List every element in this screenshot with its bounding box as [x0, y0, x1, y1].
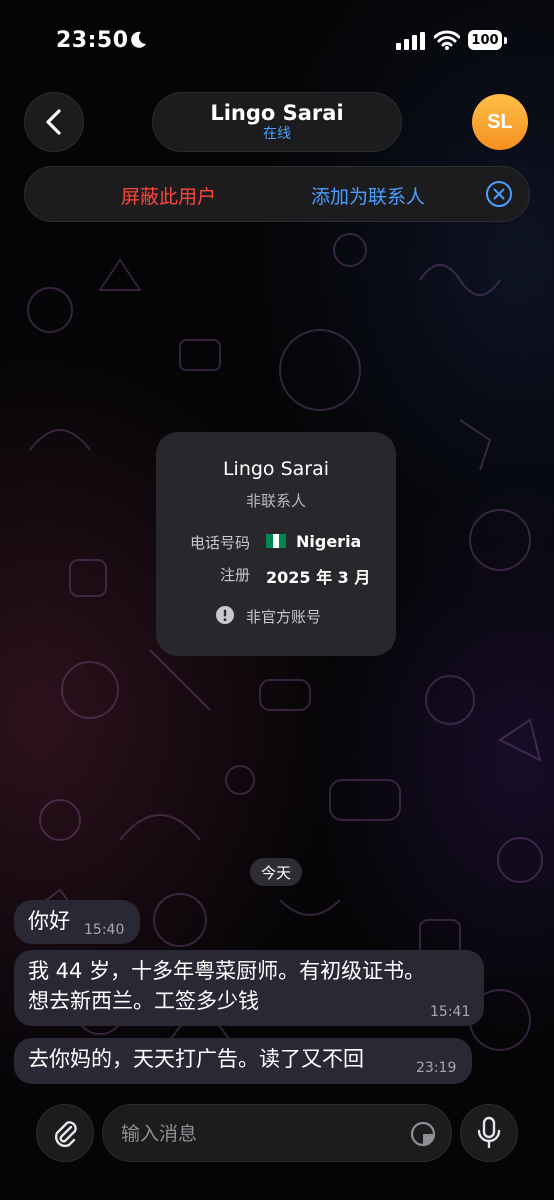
moon-icon	[131, 31, 146, 48]
message-text-line: 我 44 岁，十多年粤菜厨师。有初级证书。	[28, 959, 426, 983]
add-contact-button[interactable]: 添加为联系人	[311, 182, 425, 209]
block-user-button[interactable]: 屏蔽此用户	[121, 182, 216, 209]
phone-label: 电话号码	[189, 534, 250, 552]
chat-title[interactable]: Lingo Sarai 在线	[152, 92, 402, 152]
paperclip-icon	[54, 1121, 77, 1148]
card-contact-type: 非联系人	[245, 492, 306, 510]
card-contact-name: Lingo Sarai	[222, 458, 330, 480]
message-time: 15:40	[84, 922, 125, 938]
signal-icon	[396, 32, 425, 50]
online-status: 在线	[263, 126, 291, 142]
contact-info-card: Lingo Sarai 非联系人 电话号码 Nigeria 注册 2025 年 …	[156, 432, 396, 656]
battery-level: 100	[468, 30, 502, 50]
registered-label: 注册	[219, 566, 250, 584]
back-chevron-icon	[46, 109, 61, 135]
registered-date: 2025 年 3 月	[266, 568, 371, 587]
warning-icon	[216, 606, 234, 624]
sticker-icon[interactable]	[409, 1120, 437, 1148]
message-text: 你好	[28, 909, 70, 933]
message-bubble[interactable]: 你好 15:40	[14, 900, 140, 944]
microphone-icon	[477, 1116, 501, 1149]
message-input-container	[102, 1104, 452, 1162]
message-time: 15:41	[430, 1004, 471, 1020]
message-bubble[interactable]: 我 44 岁，十多年粤菜厨师。有初级证书。 想去新西兰。工签多少钱 15:41	[14, 950, 484, 1026]
microphone-button[interactable]	[460, 1104, 518, 1162]
clock: 23:50	[56, 28, 129, 53]
date-separator: 今天	[250, 858, 302, 886]
back-button[interactable]	[24, 92, 84, 152]
phone-country: Nigeria	[296, 532, 362, 551]
message-input[interactable]	[119, 1117, 403, 1151]
status-bar: 23:50 100	[0, 0, 554, 84]
nigeria-flag-icon	[266, 534, 286, 548]
message-bubble[interactable]: 去你妈的，天天打广告。读了又不回 23:19	[14, 1038, 472, 1084]
wifi-icon	[434, 30, 460, 50]
contact-action-bar: 屏蔽此用户 添加为联系人	[24, 166, 530, 222]
contact-name: Lingo Sarai	[210, 101, 344, 125]
message-time: 23:19	[416, 1060, 457, 1076]
battery-tip	[504, 37, 507, 44]
message-text: 去你妈的，天天打广告。读了又不回	[28, 1047, 364, 1071]
avatar[interactable]: SL	[472, 94, 528, 150]
attach-button[interactable]	[36, 1104, 94, 1162]
close-icon[interactable]	[485, 180, 513, 208]
unofficial-account-notice: 非官方账号	[246, 608, 322, 626]
battery-indicator: 100	[468, 30, 508, 52]
message-text-line: 想去新西兰。工签多少钱	[28, 989, 259, 1013]
